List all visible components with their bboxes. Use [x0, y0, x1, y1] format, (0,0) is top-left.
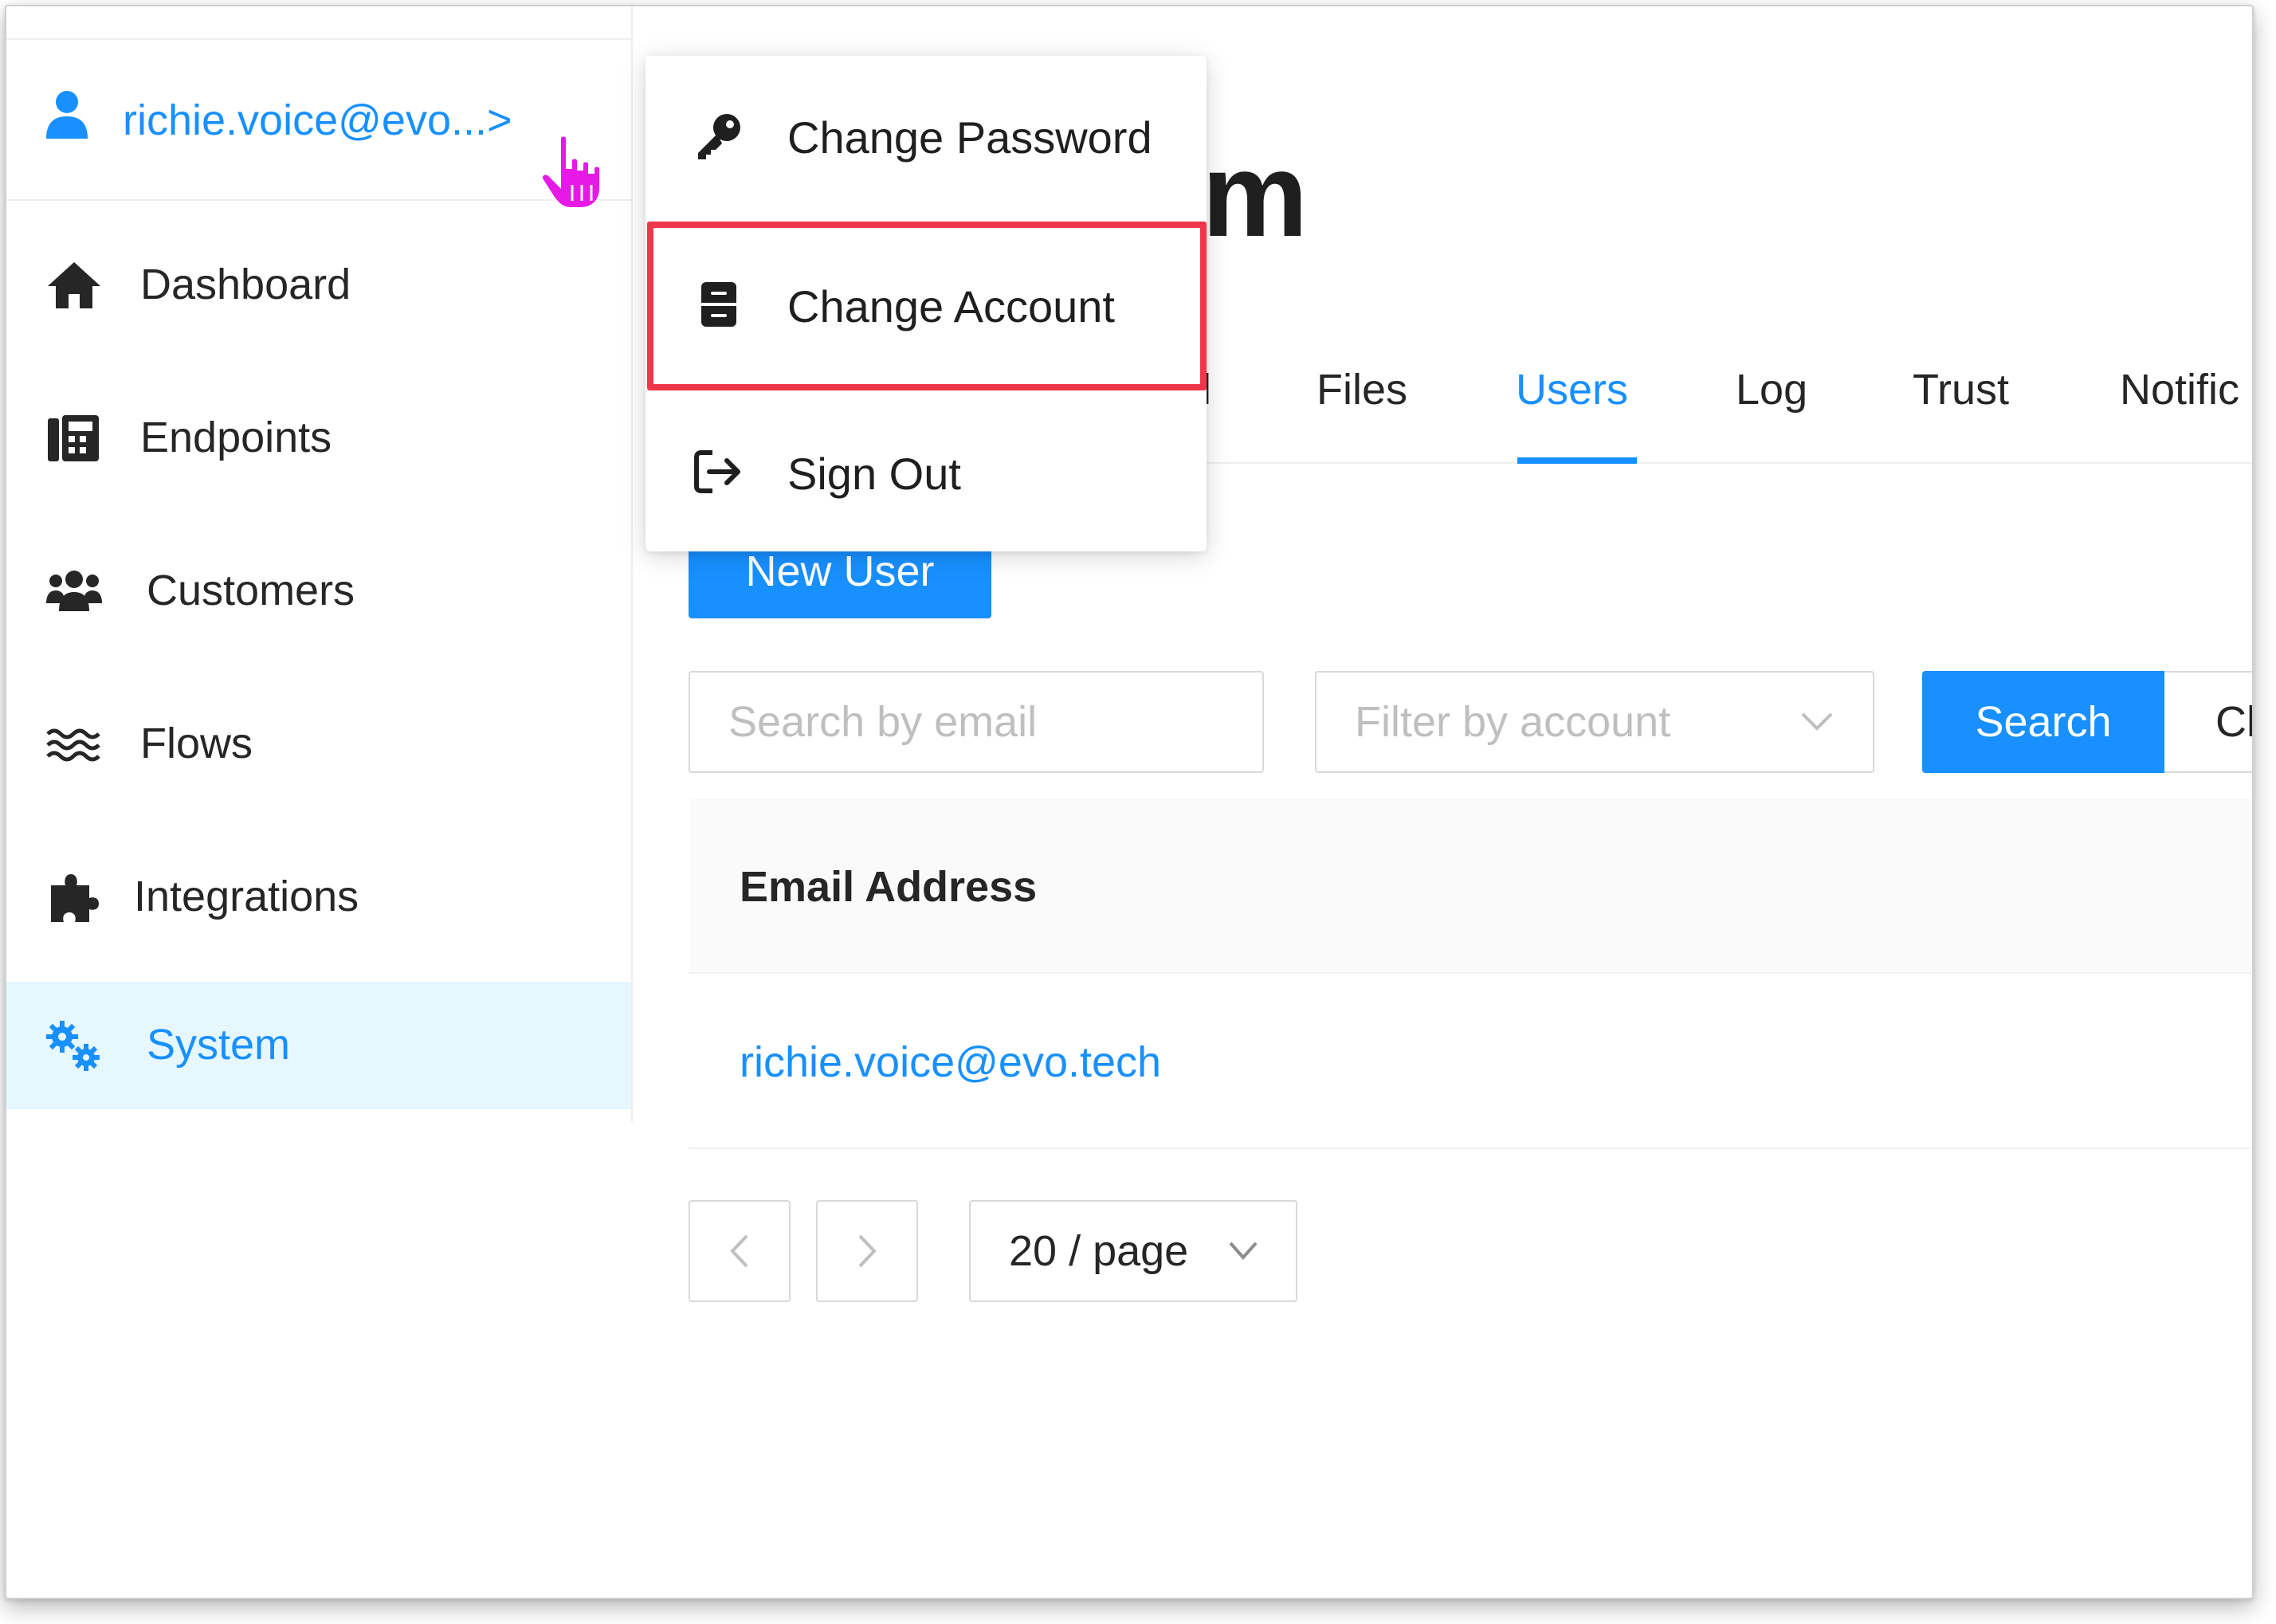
page-size-select[interactable]: 20 / page [969, 1200, 1297, 1302]
account-email[interactable]: richie.voice@evo...> [123, 96, 512, 145]
cogs-icon [46, 1021, 100, 1071]
menu-item-change-password[interactable]: Change Password [646, 56, 1207, 215]
sidebar-item-label: Endpoints [140, 414, 332, 461]
active-tab-indicator [1517, 457, 1637, 464]
search-input[interactable]: Search by email [689, 671, 1264, 773]
tab-log[interactable]: Log [1736, 365, 1807, 414]
menu-item-sign-out[interactable]: Sign Out [646, 392, 1207, 551]
tab-users[interactable]: Users [1516, 365, 1628, 414]
tab-trust[interactable]: Trust [1913, 365, 2009, 414]
tab-notifications[interactable]: Notific [2120, 365, 2239, 414]
sidebar-item-system[interactable]: System [6, 982, 631, 1109]
column-header-email[interactable]: Email Address [740, 862, 1037, 912]
key-icon [698, 114, 740, 159]
hand-cursor-icon [540, 133, 602, 210]
table-row: richie.voice@evo.tech [689, 974, 2252, 1149]
sidebar-item-label: System [147, 1021, 291, 1069]
sidebar-item-integrations[interactable]: Integrations [6, 834, 631, 961]
chevron-right-icon [858, 1234, 877, 1268]
clear-button[interactable]: Cl [2164, 671, 2252, 773]
sidebar-item-flows[interactable]: Flows [6, 681, 631, 808]
pagination-next-button[interactable] [816, 1200, 918, 1302]
water-icon [46, 728, 100, 762]
account-filter-placeholder: Filter by account [1355, 698, 1671, 746]
search-input-placeholder: Search by email [728, 698, 1038, 746]
page-size-value: 20 / page [1009, 1227, 1189, 1275]
account-filter-select[interactable]: Filter by account [1315, 671, 1874, 773]
sidebar-item-dashboard[interactable]: Dashboard [6, 222, 631, 349]
sidebar-item-label: Integrations [134, 873, 359, 920]
highlight-box [647, 222, 1207, 390]
users-icon [46, 571, 102, 611]
menu-item-label: Change Password [787, 112, 1152, 163]
sidebar-item-endpoints[interactable]: Endpoints [6, 375, 631, 502]
page-title: m [1202, 127, 1309, 261]
fax-icon [48, 415, 99, 461]
table-header: Email Address [689, 798, 2252, 974]
chevron-left-icon [730, 1234, 748, 1268]
home-icon [48, 262, 100, 308]
chevron-down-icon [1229, 1242, 1258, 1261]
user-icon [46, 91, 88, 139]
sidebar-item-label: Flows [140, 720, 253, 767]
menu-item-label: Sign Out [787, 449, 961, 499]
chevron-down-icon [1801, 712, 1833, 731]
pagination-prev-button[interactable] [689, 1200, 791, 1302]
search-button[interactable]: Search [1922, 671, 2164, 773]
sidebar-item-label: Customers [147, 567, 355, 614]
sign-out-icon [694, 450, 740, 493]
sidebar-item-label: Dashboard [140, 261, 351, 308]
tab-files[interactable]: Files [1317, 365, 1407, 414]
app-window: richie.voice@evo...> Dashboard Endpoints [5, 5, 2254, 1599]
sidebar-item-customers[interactable]: Customers [6, 528, 631, 655]
puzzle-icon [51, 874, 99, 922]
user-email-link[interactable]: richie.voice@evo.tech [740, 1038, 1161, 1087]
